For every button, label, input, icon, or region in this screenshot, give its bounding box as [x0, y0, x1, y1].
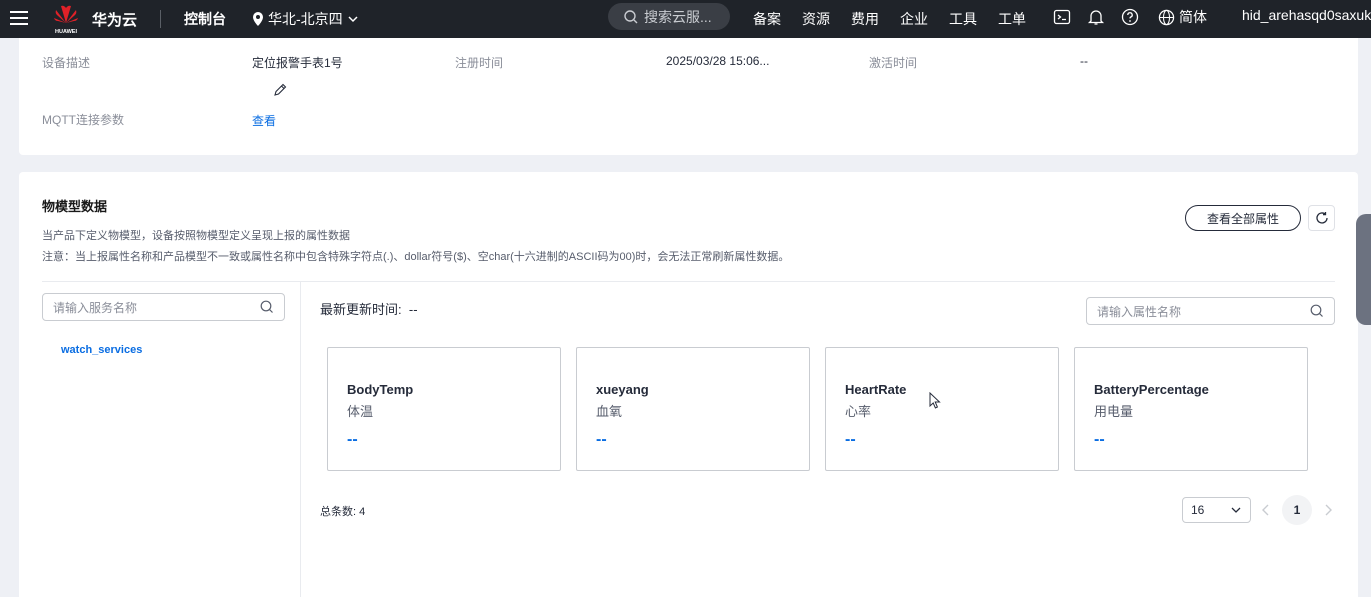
mqtt-params-label: MQTT连接参数: [42, 113, 124, 127]
property-value: --: [596, 431, 607, 448]
language-selector[interactable]: 简体: [1158, 7, 1207, 27]
search-icon: [260, 300, 273, 313]
bell-icon[interactable]: [1087, 8, 1105, 26]
help-icon[interactable]: [1121, 8, 1139, 26]
total-count: 总条数: 4: [320, 506, 366, 518]
chevron-right-icon: [1325, 504, 1332, 516]
console-link[interactable]: 控制台: [184, 9, 226, 29]
region-label: 华北-北京四: [268, 11, 343, 27]
svg-text:HUAWEI: HUAWEI: [55, 29, 77, 35]
topbar-divider: [160, 10, 161, 28]
property-search-placeholder: 请输入属性名称: [1097, 304, 1182, 319]
search-icon: [624, 9, 638, 23]
activate-time-value: --: [1080, 54, 1088, 68]
nav-resources[interactable]: 资源: [802, 9, 830, 29]
nav-tickets[interactable]: 工单: [998, 9, 1026, 29]
property-label: 体温: [347, 404, 374, 419]
property-card-heartrate[interactable]: HeartRate 心率 --: [825, 347, 1059, 471]
chevron-left-icon: [1262, 504, 1269, 516]
device-desc-value: 定位报警手表1号: [252, 56, 343, 70]
property-card-batterypercentage[interactable]: BatteryPercentage 用电量 --: [1074, 347, 1308, 471]
panel-divider: [300, 282, 301, 597]
property-label: 血氧: [596, 404, 623, 419]
top-navigation-bar: HUAWEI 华为云 控制台 华北-北京四 搜索云服... 备案 资源 费用 企…: [0, 0, 1371, 38]
location-pin-icon: [253, 12, 263, 26]
nav-enterprise[interactable]: 企业: [900, 9, 928, 29]
region-selector[interactable]: 华北-北京四: [252, 9, 359, 29]
service-item-watch-services[interactable]: watch_services: [61, 344, 142, 356]
register-time-label: 注册时间: [455, 56, 504, 70]
global-search[interactable]: 搜索云服...: [608, 3, 730, 30]
huawei-logo[interactable]: HUAWEI: [52, 3, 80, 35]
last-update: 最新更新时间: --: [320, 299, 418, 318]
property-value: --: [1094, 431, 1105, 448]
service-search-placeholder: 请输入服务名称: [53, 300, 138, 315]
property-name: BodyTemp: [347, 382, 414, 397]
service-search-input[interactable]: 请输入服务名称: [42, 293, 285, 321]
activate-time-label: 激活时间: [869, 56, 918, 70]
device-info-card: 设备描述 定位报警手表1号 注册时间 2025/03/28 15:06... 激…: [19, 38, 1358, 155]
chevron-down-icon: [348, 16, 358, 23]
section-title: 物模型数据: [42, 199, 108, 214]
property-search-input[interactable]: 请输入属性名称: [1086, 297, 1335, 325]
property-name: xueyang: [596, 382, 649, 397]
property-name: BatteryPercentage: [1094, 382, 1209, 397]
nav-beian[interactable]: 备案: [753, 9, 781, 29]
edit-icon[interactable]: [273, 83, 287, 97]
model-data-card: 物模型数据 当产品下定义物模型，设备按照物模型定义呈现上报的属性数据 注意：当上…: [19, 172, 1358, 597]
model-description: 当产品下定义物模型，设备按照物模型定义呈现上报的属性数据: [42, 230, 350, 242]
property-label: 心率: [845, 404, 872, 419]
prev-page-button[interactable]: [1259, 497, 1273, 523]
property-value: --: [347, 431, 358, 448]
section-divider: [42, 281, 1335, 282]
search-icon: [1310, 304, 1323, 317]
last-update-value: --: [408, 302, 418, 317]
refresh-button[interactable]: [1308, 205, 1335, 231]
nav-tools[interactable]: 工具: [949, 9, 977, 29]
nav-billing[interactable]: 费用: [851, 9, 879, 29]
language-label: 简体: [1179, 9, 1207, 25]
model-notice: 注意：当上报属性名称和产品模型不一致或属性名称中包含特殊字符点(.)、dolla…: [42, 251, 790, 263]
refresh-icon: [1315, 212, 1328, 224]
property-value: --: [845, 431, 856, 448]
mqtt-view-link[interactable]: 查看: [252, 112, 276, 129]
page-size-select[interactable]: 16: [1182, 497, 1251, 523]
menu-icon[interactable]: [10, 8, 28, 26]
mouse-cursor-icon: [929, 392, 941, 409]
property-name: HeartRate: [845, 382, 907, 397]
global-search-placeholder: 搜索云服...: [644, 8, 712, 25]
brand-name: 华为云: [92, 12, 138, 29]
top-nav-links: 备案 资源 费用 企业 工具 工单: [753, 9, 1026, 29]
property-label: 用电量: [1094, 404, 1134, 419]
page-1-button[interactable]: 1: [1282, 495, 1312, 525]
cloud-shell-icon[interactable]: [1053, 8, 1071, 26]
floating-side-tab[interactable]: [1356, 214, 1371, 325]
last-update-label: 最新更新时间:: [320, 302, 402, 317]
globe-icon: [1158, 9, 1175, 25]
view-all-properties-button[interactable]: 查看全部属性: [1185, 205, 1301, 231]
next-page-button[interactable]: [1321, 497, 1335, 523]
chevron-down-icon: [1231, 507, 1241, 513]
property-card-xueyang[interactable]: xueyang 血氧 --: [576, 347, 810, 471]
property-card-bodytemp[interactable]: BodyTemp 体温 --: [327, 347, 561, 471]
device-desc-label: 设备描述: [42, 56, 91, 70]
user-account[interactable]: hid_arehasqd0saxuka: [1242, 7, 1371, 23]
page-size-value: 16: [1191, 503, 1205, 517]
register-time-value: 2025/03/28 15:06...: [666, 54, 770, 68]
